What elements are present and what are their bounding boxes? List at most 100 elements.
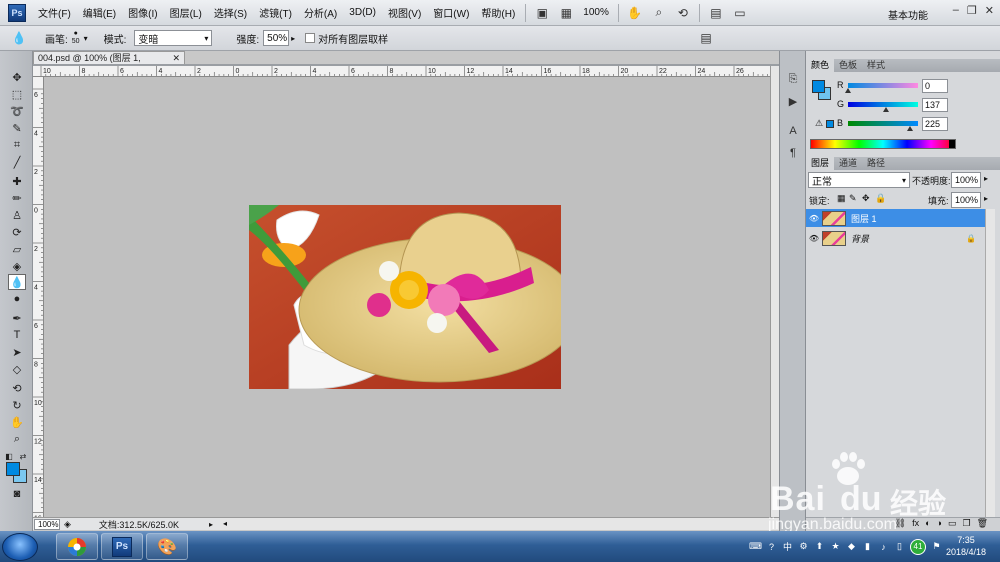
vertical-scrollbar[interactable]	[770, 66, 779, 517]
blue-value-input[interactable]: 225	[922, 117, 948, 131]
menu-filter[interactable]: 滤镜(T)	[253, 5, 298, 20]
green-value-input[interactable]: 137	[922, 98, 948, 112]
menu-analysis[interactable]: 分析(A)	[298, 5, 343, 20]
strength-input[interactable]: 50%	[263, 30, 290, 46]
red-slider[interactable]	[848, 83, 918, 88]
spectrum-black-swatch[interactable]	[949, 140, 955, 148]
help-icon[interactable]: ?	[766, 541, 777, 552]
update-icon[interactable]: ⬆	[814, 541, 825, 552]
blend-mode-select[interactable]: 正常 ▾	[808, 172, 910, 188]
tab-paths[interactable]: 路径	[862, 157, 890, 170]
opacity-slider-arrow-icon[interactable]: ▸	[984, 174, 988, 183]
path-select-tool-icon[interactable]: ➤	[8, 344, 26, 360]
history-panel-icon[interactable]: ⎘	[785, 71, 801, 87]
network-icon[interactable]: ▯	[894, 541, 905, 552]
dodge-tool-icon[interactable]: ●	[8, 291, 26, 307]
web-safe-swatch[interactable]	[826, 120, 834, 128]
history-brush-tool-icon[interactable]: ⟳	[8, 224, 26, 240]
hand-tool-icon[interactable]: ✋	[8, 414, 26, 430]
restore-icon[interactable]: ❐	[967, 4, 977, 17]
character-panel-icon[interactable]: A	[785, 123, 801, 139]
delete-layer-icon[interactable]: 🗑	[977, 518, 988, 531]
input-method-icon[interactable]: 中	[782, 541, 793, 552]
screen-mode-icon[interactable]: ▭	[731, 4, 749, 22]
strength-slider-arrow-icon[interactable]: ▸	[291, 34, 295, 43]
workspace-switcher[interactable]: 基本功能	[888, 7, 928, 22]
crop-tool-icon[interactable]: ⌗	[8, 137, 26, 153]
fill-slider-arrow-icon[interactable]: ▸	[984, 194, 988, 203]
zoom-field[interactable]: 100%	[34, 518, 60, 530]
brush-panel-icon[interactable]: ▤	[697, 29, 715, 47]
bridge-icon[interactable]: ▣	[533, 4, 551, 22]
menu-edit[interactable]: 编辑(E)	[77, 5, 122, 20]
zoom-tool-icon[interactable]: ⌕	[8, 431, 26, 447]
menu-layer[interactable]: 图层(L)	[164, 5, 208, 20]
network-app-icon[interactable]: ⚙	[798, 541, 809, 552]
signal-strength-icon[interactable]: ▮	[862, 541, 873, 552]
paint-bucket-tool-icon[interactable]: ◈	[8, 258, 26, 274]
photoshop-logo-icon[interactable]: Ps	[8, 3, 26, 22]
move-tool-icon[interactable]: ✥	[8, 69, 26, 85]
tray-badge[interactable]: 41	[910, 538, 926, 555]
taskbar-app-paint[interactable]: 🎨	[146, 533, 188, 560]
tab-swatches[interactable]: 色板	[834, 59, 862, 72]
security-icon[interactable]: ★	[830, 541, 841, 552]
lock-all-icon[interactable]: 🔒	[875, 193, 886, 204]
type-tool-icon[interactable]: T	[8, 327, 26, 343]
view-extras-icon[interactable]: ▦	[557, 4, 575, 22]
marquee-tool-icon[interactable]: ⬚	[8, 86, 26, 102]
taskbar-app-browser[interactable]	[56, 533, 98, 560]
brush-tool-icon[interactable]: ✏	[8, 190, 26, 206]
actions-panel-icon[interactable]: ▶	[785, 93, 801, 109]
tab-channels[interactable]: 通道	[834, 157, 862, 170]
menu-select[interactable]: 选择(S)	[208, 5, 253, 20]
chevron-down-icon[interactable]: ▾	[84, 34, 88, 43]
sample-all-layers-checkbox[interactable]	[305, 33, 316, 43]
layer-name[interactable]: 图层 1	[851, 212, 877, 225]
zoom-level[interactable]: 100%	[583, 7, 609, 18]
system-clock[interactable]: 7:35 2018/4/18	[937, 534, 995, 558]
3d-orbit-tool-icon[interactable]: ↻	[8, 397, 26, 413]
lasso-tool-icon[interactable]: ➰	[8, 103, 26, 119]
opacity-input[interactable]: 100%	[951, 172, 981, 188]
tab-color[interactable]: 颜色	[806, 59, 835, 72]
shape-tool-icon[interactable]: ◇	[8, 361, 26, 377]
menu-3d[interactable]: 3D(D)	[343, 7, 382, 18]
rotate-view-icon[interactable]: ⟲	[674, 4, 692, 22]
horizontal-ruler[interactable]: 10 8 6 4 2 0 2 4 6 8 10 12 14 16 18 20 22 24 26	[33, 66, 770, 77]
hand-tool-icon[interactable]: ✋	[626, 4, 644, 22]
scroll-left-icon[interactable]: ◂	[223, 519, 227, 528]
gamut-warning-icon[interactable]: ⚠	[815, 118, 823, 129]
menu-window[interactable]: 窗口(W)	[427, 5, 475, 20]
status-info-icon[interactable]: ◈	[64, 519, 71, 530]
close-icon[interactable]: ✕	[985, 4, 994, 17]
blue-slider-thumb[interactable]	[906, 126, 913, 131]
document-image[interactable]	[249, 205, 561, 389]
mode-select[interactable]: 变暗 ▾	[134, 30, 213, 46]
lock-transparency-icon[interactable]: ▦	[837, 193, 846, 204]
layers-scrollbar[interactable]	[985, 209, 995, 529]
clone-stamp-tool-icon[interactable]: ♙	[8, 207, 26, 223]
lock-pixels-icon[interactable]: ✎	[849, 193, 857, 204]
menu-file[interactable]: 文件(F)	[32, 5, 77, 20]
menu-help[interactable]: 帮助(H)	[475, 5, 521, 20]
color-spectrum-bar[interactable]	[810, 139, 956, 149]
3d-rotate-tool-icon[interactable]: ⟲	[8, 380, 26, 396]
start-button[interactable]	[2, 532, 38, 561]
layer-row-layer1[interactable]: 👁 图层 1	[806, 209, 986, 227]
document-tab[interactable]: 004.psd @ 100% (图层 1, RGB/8#) ✕	[33, 51, 185, 76]
blur-tool-preset-icon[interactable]: 💧	[10, 29, 28, 47]
visibility-eye-icon[interactable]: 👁	[806, 214, 822, 223]
brush-picker[interactable]: ● 50	[72, 30, 80, 46]
quick-mask-icon[interactable]: ◙	[8, 486, 26, 502]
volume-icon[interactable]: ♪	[878, 541, 889, 552]
lock-position-icon[interactable]: ✥	[862, 193, 870, 204]
tab-layers[interactable]: 图层	[806, 157, 835, 170]
status-menu-arrow-icon[interactable]: ▸	[209, 520, 213, 529]
pen-tool-icon[interactable]: ✒	[8, 310, 26, 326]
quick-select-tool-icon[interactable]: ✎	[8, 120, 26, 136]
healing-brush-tool-icon[interactable]: ✚	[8, 173, 26, 189]
paragraph-panel-icon[interactable]: ¶	[785, 145, 801, 161]
red-slider-thumb[interactable]	[845, 88, 851, 93]
horizontal-scrollbar[interactable]: ◂	[220, 517, 779, 530]
